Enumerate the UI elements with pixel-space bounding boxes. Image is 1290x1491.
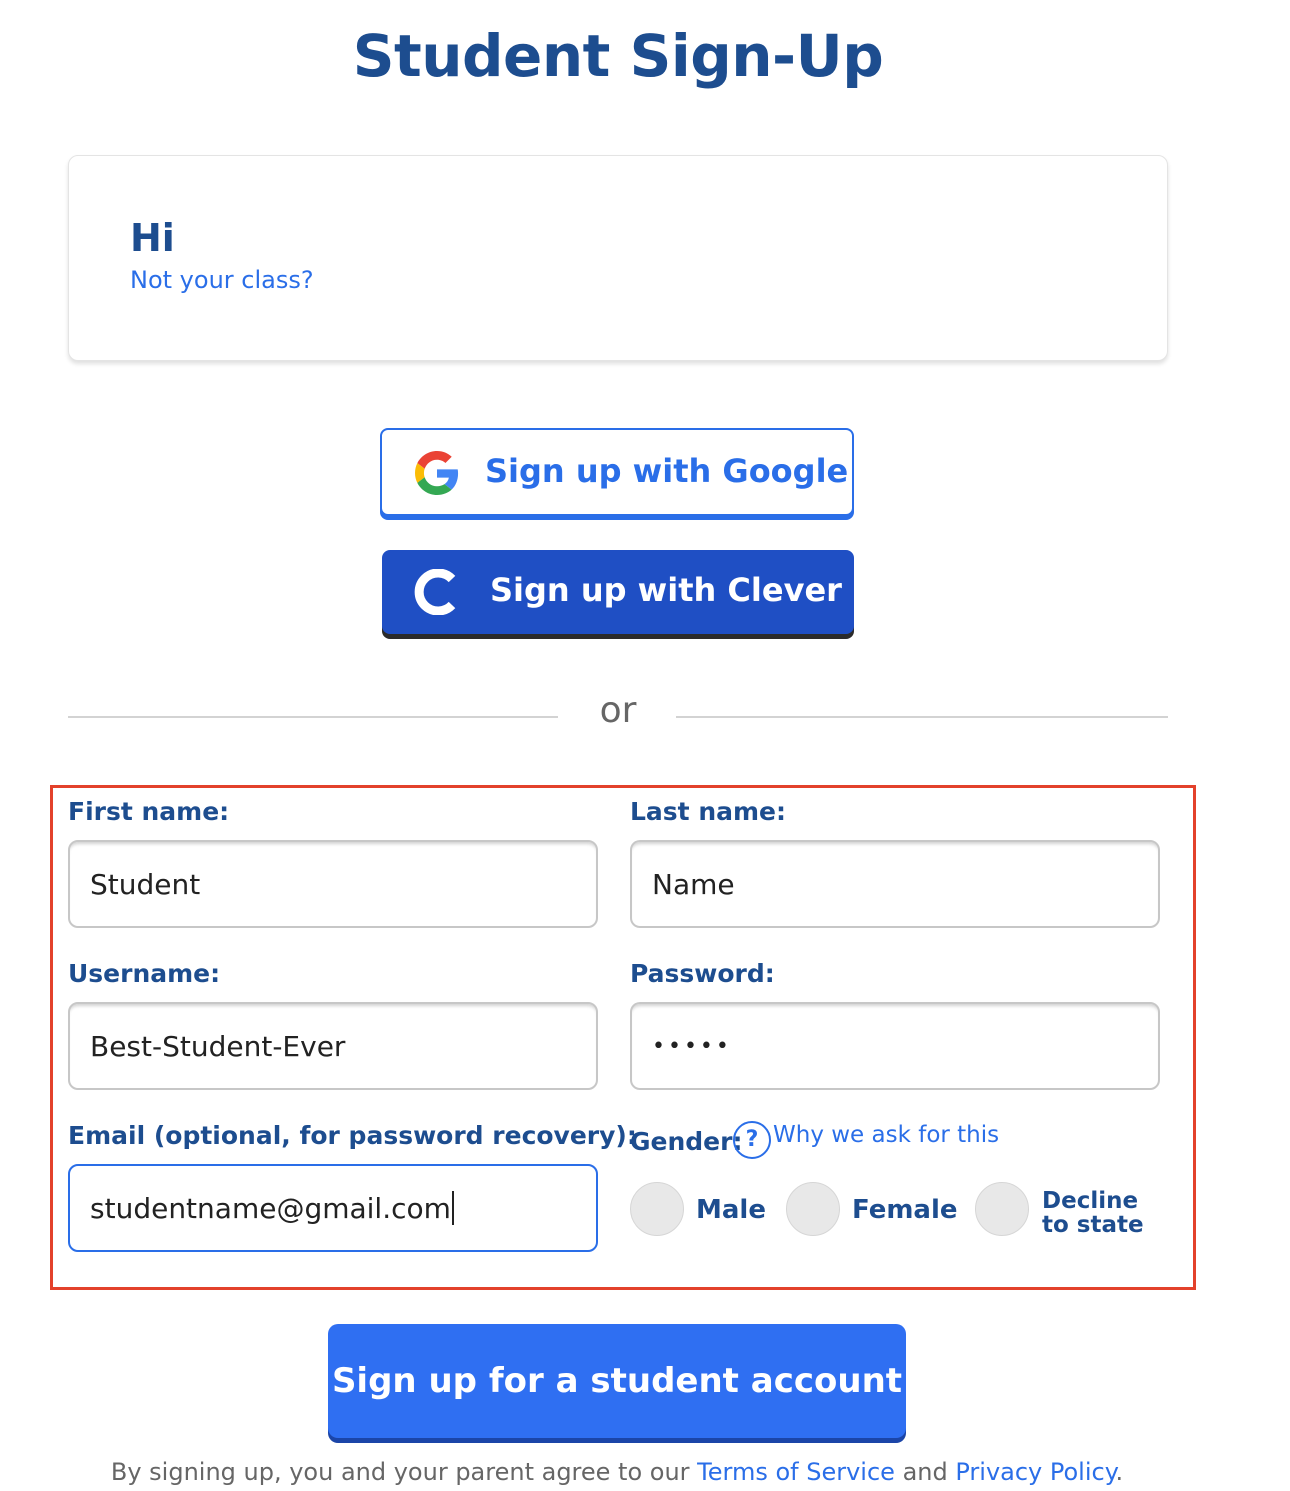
divider-line-left: [68, 716, 558, 718]
email-input[interactable]: studentname@gmail.com: [68, 1164, 598, 1252]
class-greeting: Hi: [130, 216, 175, 260]
legal-and: and: [894, 1458, 956, 1486]
email-value: studentname@gmail.com: [90, 1191, 451, 1225]
divider-or: or: [599, 690, 637, 731]
gender-option-female: Female: [852, 1195, 958, 1225]
page-title: Student Sign-Up: [352, 22, 884, 90]
gender-option-decline: Decline: [1042, 1188, 1139, 1214]
first-name-value: Student: [90, 867, 201, 901]
password-masked-value: •••••: [652, 1033, 732, 1059]
legal-notice: By signing up, you and your parent agree…: [0, 1458, 1234, 1486]
email-label: Email (optional, for password recovery):: [68, 1121, 637, 1150]
clever-icon: [414, 569, 456, 615]
gender-radio-female[interactable]: [786, 1182, 840, 1236]
submit-signup-button[interactable]: Sign up for a student account: [328, 1324, 906, 1438]
divider-line-right: [676, 716, 1168, 718]
help-question-icon[interactable]: ?: [733, 1121, 771, 1159]
gender-option-decline-line2: to state: [1042, 1212, 1144, 1238]
submit-signup-label: Sign up for a student account: [331, 1361, 903, 1401]
username-input[interactable]: Best-Student-Ever: [68, 1002, 598, 1090]
privacy-policy-link[interactable]: Privacy Policy: [955, 1458, 1115, 1486]
last-name-value: Name: [652, 867, 735, 901]
class-card: Hi Not your class?: [68, 155, 1168, 361]
google-signup-button[interactable]: Sign up with Google: [380, 428, 854, 516]
terms-of-service-link[interactable]: Terms of Service: [697, 1458, 895, 1486]
password-label: Password:: [630, 959, 775, 988]
clever-signup-button[interactable]: Sign up with Clever: [382, 550, 854, 634]
legal-prefix: By signing up, you and your parent agree…: [110, 1458, 698, 1486]
username-label: Username:: [68, 959, 221, 988]
signup-page: Student Sign-Up Hi Not your class? Sign …: [0, 0, 1290, 1491]
last-name-label: Last name:: [630, 797, 787, 826]
first-name-input[interactable]: Student: [68, 840, 598, 928]
not-your-class-link[interactable]: Not your class?: [130, 266, 314, 294]
why-we-ask-link[interactable]: Why we ask for this: [773, 1122, 999, 1148]
last-name-input[interactable]: Name: [630, 840, 1160, 928]
gender-radio-decline[interactable]: [975, 1182, 1029, 1236]
password-input[interactable]: •••••: [630, 1002, 1160, 1090]
text-caret: [451, 1191, 454, 1225]
google-icon: [415, 451, 459, 495]
legal-suffix: .: [1115, 1458, 1124, 1486]
gender-radio-male[interactable]: [630, 1182, 684, 1236]
clever-signup-label: Sign up with Clever: [490, 571, 842, 609]
username-value: Best-Student-Ever: [90, 1029, 346, 1063]
google-signup-label: Sign up with Google: [485, 452, 849, 490]
first-name-label: First name:: [68, 797, 230, 826]
gender-option-male: Male: [696, 1195, 766, 1225]
gender-label: Gender:: [630, 1127, 743, 1156]
